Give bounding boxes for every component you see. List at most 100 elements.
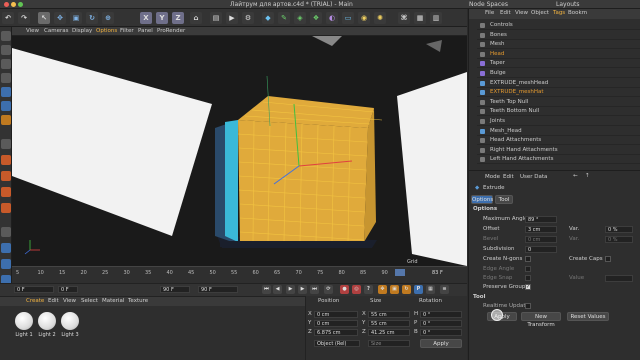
material-menu-material[interactable]: Material xyxy=(102,298,124,304)
object-menu-edit[interactable]: Edit xyxy=(500,10,511,16)
current-frame-field[interactable]: 0 F xyxy=(58,286,78,293)
coordinate-mode-select[interactable]: Object (Rel) xyxy=(314,340,360,347)
edge-snap-checkbox[interactable] xyxy=(525,275,531,281)
play-icon[interactable]: ▶ xyxy=(286,285,295,294)
bend-deformer-icon[interactable]: ◐ xyxy=(326,12,338,24)
subdivision-field[interactable]: 0 xyxy=(525,246,557,253)
minimize-window-icon[interactable] xyxy=(11,2,16,7)
timeline-menu-icon[interactable]: ≡ xyxy=(440,285,449,294)
attr-menu-edit[interactable]: Edit xyxy=(503,174,514,180)
material-menu-view[interactable]: View xyxy=(63,298,76,304)
create-caps-checkbox[interactable] xyxy=(605,256,611,262)
reset-values-button[interactable]: Reset Values xyxy=(567,312,609,321)
pos-y-field[interactable]: 0 cm xyxy=(314,320,358,327)
object-menu-tags[interactable]: Tags xyxy=(553,10,565,16)
python-icon[interactable]: ⌘ xyxy=(398,12,410,24)
undo-icon[interactable]: ↶ xyxy=(2,12,14,24)
rotation-key-icon[interactable]: ↻ xyxy=(402,285,411,294)
position-key-icon[interactable]: ✥ xyxy=(378,285,387,294)
rot-b-field[interactable]: 0 ° xyxy=(420,329,462,336)
axis-x-button[interactable]: X xyxy=(140,12,152,24)
snap-settings-icon[interactable] xyxy=(1,171,11,181)
object-tree-item[interactable]: EXTRUDE_meshHat xyxy=(477,88,640,98)
object-menu-view[interactable]: View xyxy=(515,10,528,16)
object-tree-item[interactable]: Right Hand Attachments xyxy=(477,146,640,155)
object-tree-item[interactable]: Head xyxy=(477,50,640,59)
object-tree-item[interactable]: Controls xyxy=(477,21,640,30)
edge-angle-checkbox[interactable] xyxy=(525,266,531,272)
create-ngons-checkbox[interactable] xyxy=(525,256,531,262)
recent-tools-icon[interactable]: ⊕ xyxy=(102,12,114,24)
material-light-3[interactable]: Light 3 xyxy=(56,310,84,342)
realtime-update-checkbox[interactable] xyxy=(525,303,531,309)
cube-icon[interactable]: ◆ xyxy=(262,12,274,24)
layouts-label[interactable]: Layouts xyxy=(556,1,580,8)
render-settings-icon[interactable]: ⚙ xyxy=(242,12,254,24)
object-menu-bookmarks[interactable]: Bookm xyxy=(568,10,587,16)
edges-mode-icon[interactable] xyxy=(1,101,11,111)
object-tree-item[interactable]: Bulge xyxy=(477,69,640,78)
offset-field[interactable]: 3 cm xyxy=(525,226,557,233)
rot-p-field[interactable]: 0 ° xyxy=(420,320,462,327)
up-arrow-icon[interactable]: ↑ xyxy=(585,173,590,179)
lock-icon[interactable] xyxy=(1,203,11,213)
axis-z-button[interactable]: Z xyxy=(172,12,184,24)
model-mode-icon[interactable] xyxy=(1,45,11,55)
pla-key-icon[interactable]: ▦ xyxy=(426,285,435,294)
points-mode-icon[interactable] xyxy=(1,87,11,97)
timeline-playhead[interactable] xyxy=(395,269,405,276)
next-key-icon[interactable]: ▶ xyxy=(298,285,307,294)
layout-icon[interactable]: ▥ xyxy=(430,12,442,24)
viewport-menu-cameras[interactable]: Cameras xyxy=(44,28,68,34)
rotate-icon[interactable]: ↻ xyxy=(86,12,98,24)
workplane-icon[interactable] xyxy=(1,73,11,83)
viewport-menu-panel[interactable]: Panel xyxy=(138,28,153,34)
rot-h-field[interactable]: 0 ° xyxy=(420,311,462,318)
viewport-menu-display[interactable]: Display xyxy=(72,28,92,34)
spline-pen-icon[interactable]: ✎ xyxy=(278,12,290,24)
move-icon[interactable]: ✥ xyxy=(54,12,66,24)
coords-apply-button[interactable]: Apply xyxy=(420,339,462,348)
material-menu-create[interactable]: Create xyxy=(26,298,44,304)
size-x-field[interactable]: 55 cm xyxy=(368,311,410,318)
max-angle-field[interactable]: 89 ° xyxy=(525,216,557,223)
redo-icon[interactable]: ↷ xyxy=(18,12,30,24)
object-menu-file[interactable]: File xyxy=(485,10,494,16)
attr-menu-user-data[interactable]: User Data xyxy=(520,174,547,180)
bevel-field[interactable]: 0 cm xyxy=(525,236,557,243)
material-menu-edit[interactable]: Edit xyxy=(48,298,59,304)
object-tree-item[interactable]: Head Attachments xyxy=(477,136,640,146)
node-spaces-label[interactable]: Node Spaces xyxy=(469,1,508,8)
object-tree-item[interactable]: EXTRUDE_meshHead xyxy=(477,79,640,88)
size-y-field[interactable]: 55 cm xyxy=(368,320,410,327)
object-tree-item[interactable]: Taper xyxy=(477,59,640,69)
solo-icon[interactable] xyxy=(1,227,11,237)
go-to-start-icon[interactable]: ⏮ xyxy=(262,285,271,294)
end-frame-field[interactable]: 90 F xyxy=(160,286,190,293)
render-picture-viewer-icon[interactable]: ▶ xyxy=(226,12,238,24)
enable-axis-icon[interactable] xyxy=(1,139,11,149)
object-tree-item[interactable]: Left Hand Attachments xyxy=(477,155,640,165)
size-mode-select[interactable]: Size xyxy=(368,340,410,347)
parameter-key-icon[interactable]: P xyxy=(414,285,423,294)
loop-icon[interactable]: ⟳ xyxy=(324,285,333,294)
scale-key-icon[interactable]: ▣ xyxy=(390,285,399,294)
viewport-menu-options[interactable]: Options xyxy=(96,28,117,34)
make-editable-icon[interactable] xyxy=(1,31,11,41)
size-z-field[interactable]: 41.25 cm xyxy=(368,329,410,336)
bevel-var-field[interactable]: 0 % xyxy=(605,236,633,243)
previous-key-icon[interactable]: ◀ xyxy=(273,285,282,294)
object-menu-object[interactable]: Object xyxy=(531,10,549,16)
attr-menu-mode[interactable]: Mode xyxy=(485,174,500,180)
scale-icon[interactable]: ▣ xyxy=(70,12,82,24)
record-icon[interactable]: ● xyxy=(340,285,349,294)
live-selection-icon[interactable]: ↖ xyxy=(38,12,50,24)
object-tree-item[interactable]: Mesh xyxy=(477,40,640,50)
polygons-mode-icon[interactable] xyxy=(1,115,11,125)
tab-options[interactable]: Options xyxy=(471,195,493,204)
start-frame-field[interactable]: 0 F xyxy=(14,286,54,293)
floor-icon[interactable]: ▭ xyxy=(342,12,354,24)
subdivision-surface-icon[interactable]: ◈ xyxy=(294,12,306,24)
tab-tool[interactable]: Tool xyxy=(495,195,513,204)
pos-x-field[interactable]: 0 cm xyxy=(314,311,358,318)
